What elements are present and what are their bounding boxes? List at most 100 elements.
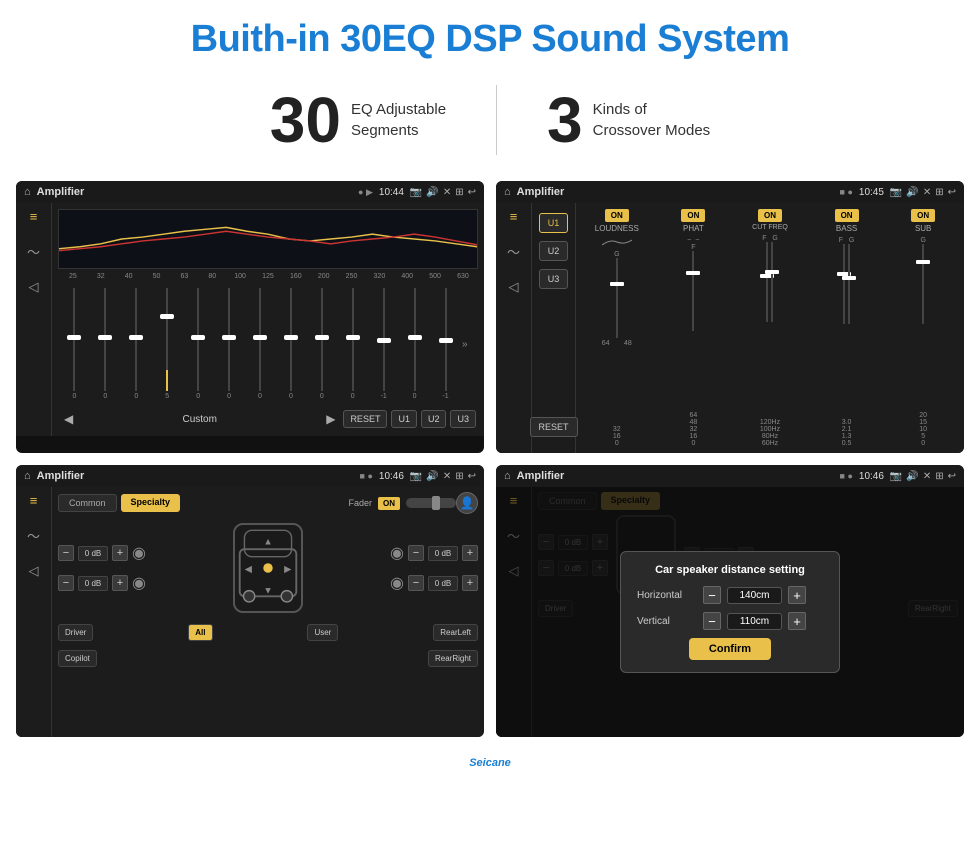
vol4-minus[interactable]: −	[408, 575, 424, 591]
record-icon: ● ▶	[358, 187, 373, 198]
specialty-tab[interactable]: Specialty	[121, 494, 181, 512]
freq-320: 320	[366, 273, 392, 280]
horizontal-plus[interactable]: +	[788, 586, 806, 604]
rearleft-btn[interactable]: RearLeft	[433, 624, 478, 641]
phat-val4: 16	[689, 433, 697, 440]
crossover-stat: 3 Kinds of Crossover Modes	[497, 88, 760, 152]
speaker-icon[interactable]: ◁	[29, 279, 39, 295]
loudness-slider[interactable]: 6448	[580, 258, 654, 424]
eq-icon-3[interactable]: ≡	[30, 493, 38, 508]
vertical-value: 110cm	[727, 613, 782, 630]
eq-slider-2[interactable]: 0	[91, 288, 120, 400]
fader-slider[interactable]	[406, 498, 456, 508]
bass-val1: 3.0	[842, 419, 852, 426]
common-tab[interactable]: Common	[58, 494, 117, 512]
home-icon-3[interactable]: ⌂	[24, 470, 31, 482]
eq-slider-12[interactable]: 0	[400, 288, 429, 400]
u3-crossover-btn[interactable]: U3	[539, 269, 569, 289]
eq-slider-7[interactable]: 0	[246, 288, 275, 400]
screen-4-title: Amplifier	[517, 470, 834, 482]
vol1-plus[interactable]: +	[112, 545, 128, 561]
phat-val1: 64	[689, 412, 697, 419]
eq-slider-8[interactable]: 0	[276, 288, 305, 400]
next-btn[interactable]: ▶	[322, 412, 339, 426]
u1-btn[interactable]: U1	[391, 410, 417, 428]
wave-icon-3[interactable]: 〜	[27, 526, 40, 545]
vol3-plus[interactable]: +	[462, 545, 478, 561]
rearright-btn[interactable]: RearRight	[428, 650, 478, 667]
vol4-plus[interactable]: +	[462, 575, 478, 591]
vol2-plus[interactable]: +	[112, 575, 128, 591]
copilot-btn[interactable]: Copilot	[58, 650, 97, 667]
eq-slider-4[interactable]: 5	[153, 288, 182, 400]
speaker-icon-3[interactable]: ◁	[29, 563, 39, 579]
eq-slider-6[interactable]: 0	[215, 288, 244, 400]
freq-200: 200	[311, 273, 337, 280]
window-icon: ⊞	[455, 187, 463, 198]
wave-icon-2[interactable]: 〜	[507, 242, 520, 261]
close-icon: ✕	[443, 187, 451, 198]
sub-val1: 20	[919, 412, 927, 419]
eq-slider-5[interactable]: 0	[184, 288, 213, 400]
eq-slider-11[interactable]: -1	[369, 288, 398, 400]
vol3-minus[interactable]: −	[408, 545, 424, 561]
bass-slider[interactable]	[810, 244, 884, 417]
custom-label: Custom	[81, 414, 318, 425]
vol2-minus[interactable]: −	[58, 575, 74, 591]
user-btn[interactable]: User	[307, 624, 338, 641]
freq-50: 50	[144, 273, 170, 280]
u2-btn[interactable]: U2	[421, 410, 447, 428]
u3-btn[interactable]: U3	[450, 410, 476, 428]
loudness-on[interactable]: ON	[605, 209, 629, 222]
prev-btn[interactable]: ◀	[60, 412, 77, 426]
home-icon-4[interactable]: ⌂	[504, 470, 511, 482]
eq-slider-9[interactable]: 0	[307, 288, 336, 400]
vol4-value: 0 dB	[428, 576, 458, 591]
u1-crossover-btn[interactable]: U1	[539, 213, 569, 233]
eq-panel: 25 32 40 50 63 80 100 125 160 200 250 32…	[52, 203, 484, 436]
driver-btn[interactable]: Driver	[58, 624, 93, 641]
sub-g: G	[920, 237, 925, 244]
eq-slider-1[interactable]: 0	[60, 288, 89, 400]
cutfreq-slider[interactable]	[733, 242, 807, 417]
u2-crossover-btn[interactable]: U2	[539, 241, 569, 261]
vertical-plus[interactable]: +	[788, 612, 806, 630]
car-diagram: ▲ ▼ ◀ ▶	[233, 523, 303, 613]
cutfreq-on[interactable]: ON	[758, 209, 782, 222]
horizontal-minus[interactable]: −	[703, 586, 721, 604]
phat-slider[interactable]	[657, 251, 731, 410]
screen-1-content: ≡ 〜 ◁ 25 32 40 50 63	[16, 203, 484, 436]
sub-slider[interactable]	[886, 244, 960, 410]
screen-4: ⌂ Amplifier ■ ● 10:46 📷 🔊 ✕ ⊞ ↩ ≡ 〜 ◁ Co…	[496, 465, 964, 737]
eq-slider-10[interactable]: 0	[338, 288, 367, 400]
back-icon-2: ↩	[948, 187, 956, 198]
confirm-btn[interactable]: Confirm	[689, 638, 771, 660]
screen-3-title: Amplifier	[37, 470, 354, 482]
fader-on-btn[interactable]: ON	[378, 497, 400, 510]
eq-slider-13[interactable]: -1	[431, 288, 460, 400]
phat-val3: 32	[689, 426, 697, 433]
reset-crossover-btn[interactable]: RESET	[530, 417, 578, 437]
screen-4-bar: ⌂ Amplifier ■ ● 10:46 📷 🔊 ✕ ⊞ ↩	[496, 465, 964, 487]
all-btn[interactable]: All	[188, 624, 212, 641]
vertical-minus[interactable]: −	[703, 612, 721, 630]
freq-500: 500	[422, 273, 448, 280]
bass-on[interactable]: ON	[835, 209, 859, 222]
phat-val5: 0	[691, 440, 695, 447]
wave-icon[interactable]: 〜	[27, 242, 40, 261]
reset-btn[interactable]: RESET	[343, 410, 387, 428]
home-icon[interactable]: ⌂	[24, 186, 31, 198]
expand-icon[interactable]: »	[462, 339, 476, 350]
eq-icon[interactable]: ≡	[30, 209, 38, 224]
home-icon-2[interactable]: ⌂	[504, 186, 511, 198]
loudness-channel: ON LOUDNESS G 6448 32 16 0	[580, 209, 654, 447]
volume-icon-3: 🔊	[426, 471, 438, 482]
speaker-icon-2[interactable]: ◁	[509, 279, 519, 295]
screen-4-content: ≡ 〜 ◁ Common Specialty − 0 dB +	[496, 487, 964, 737]
vol1-minus[interactable]: −	[58, 545, 74, 561]
phat-on[interactable]: ON	[681, 209, 705, 222]
sub-on[interactable]: ON	[911, 209, 935, 222]
eq-icon-2[interactable]: ≡	[510, 209, 518, 224]
eq-slider-3[interactable]: 0	[122, 288, 151, 400]
person-icon[interactable]: 👤	[456, 492, 478, 514]
